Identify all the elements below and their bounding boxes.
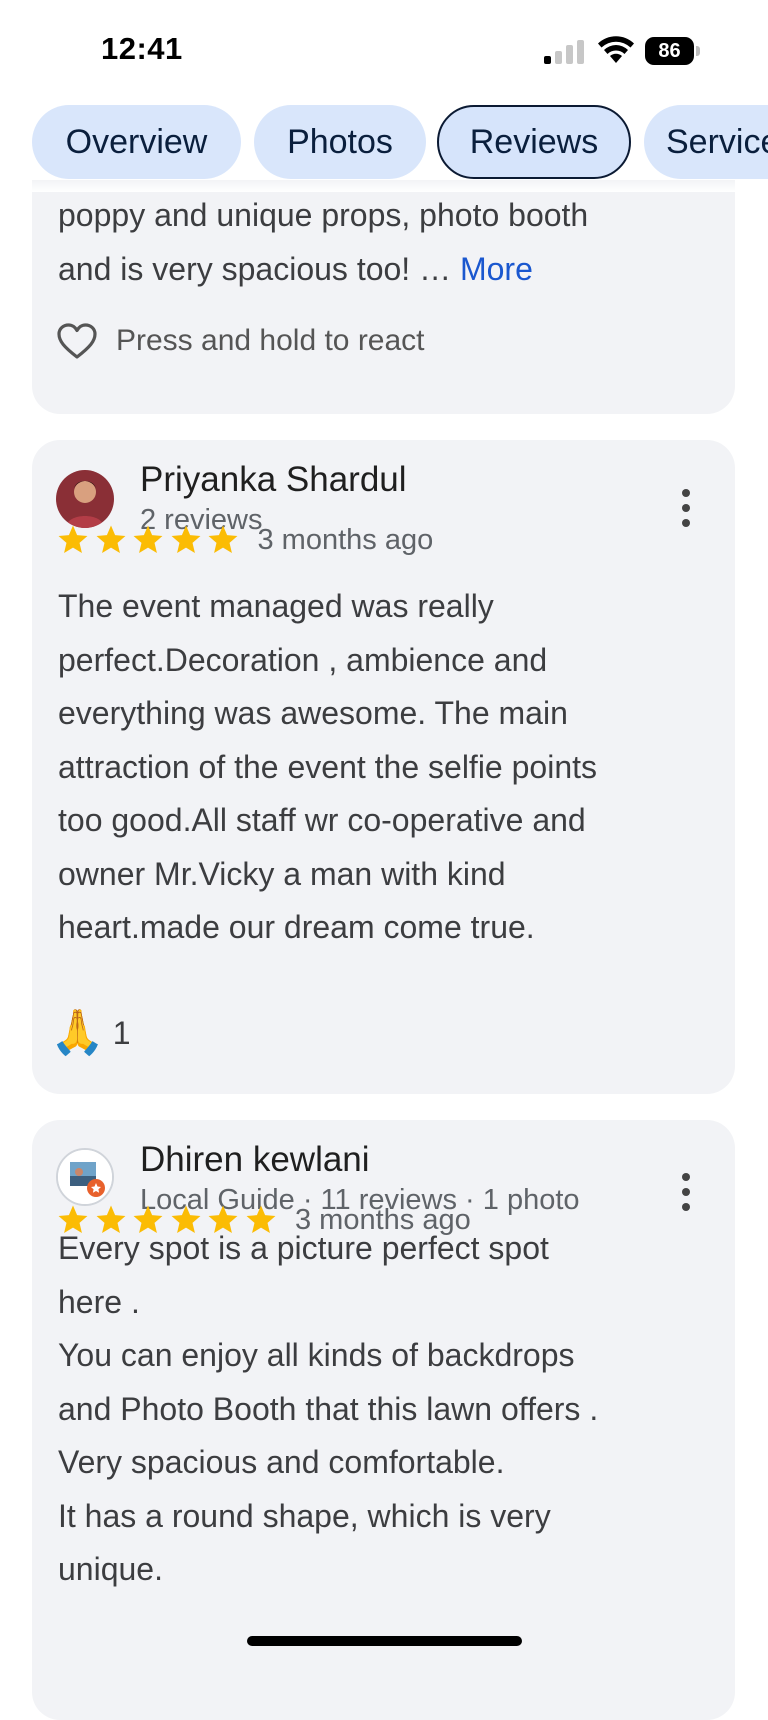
review-card: poppy and unique props, photo booth and … (32, 192, 735, 414)
reaction-emoji: 🙏 (50, 1008, 105, 1057)
battery-icon: 86 (645, 37, 701, 65)
wifi-icon (598, 36, 634, 63)
place-tabs: Overview Photos Reviews Services (0, 105, 768, 181)
tab-services[interactable]: Services (644, 105, 768, 179)
review-card: Dhiren kewlani Local Guide · 11 reviews … (32, 1120, 735, 1720)
battery-tip (696, 46, 700, 56)
status-time: 12:41 (101, 31, 183, 66)
avatar[interactable] (56, 1148, 114, 1206)
reviewer-photo (56, 470, 114, 528)
review-text: Every spot is a picture perfect spot her… (58, 1230, 599, 1587)
heart-icon (57, 323, 97, 359)
scroll-fade (32, 180, 735, 192)
more-link[interactable]: More (460, 251, 533, 287)
review-card: Priyanka Shardul 2 reviews 3 months ago … (32, 440, 735, 1094)
react-label: Press and hold to react (116, 324, 425, 357)
reviewer-name[interactable]: Dhiren kewlani (140, 1140, 370, 1180)
star-icon (171, 525, 200, 554)
star-icon (58, 525, 88, 554)
star-icon (208, 525, 238, 554)
tab-overview[interactable]: Overview (32, 105, 241, 179)
rating-row: 3 months ago (56, 523, 433, 557)
reviewer-name[interactable]: Priyanka Shardul (140, 460, 407, 500)
review-text: poppy and unique props, photo booth and … (58, 192, 588, 296)
avatar[interactable] (56, 470, 114, 528)
review-text: The event managed was really perfect.Dec… (58, 588, 597, 945)
status-bar: 12:41 86 (0, 0, 768, 100)
more-options-icon[interactable] (676, 488, 696, 528)
star-icon (96, 525, 125, 554)
star-icon (133, 525, 163, 554)
battery-level: 86 (645, 37, 694, 65)
more-options-icon[interactable] (676, 1172, 696, 1212)
tab-reviews[interactable]: Reviews (437, 105, 631, 179)
cellular-signal-icon (544, 40, 584, 64)
reaction-count: 1 (112, 1014, 131, 1051)
react-button[interactable]: Press and hold to react (56, 322, 425, 360)
home-indicator[interactable] (247, 1636, 522, 1646)
tab-photos[interactable]: Photos (254, 105, 426, 179)
review-date: 3 months ago (257, 523, 434, 556)
reviewer-photo (58, 1150, 112, 1204)
reaction-summary[interactable]: 🙏 1 (50, 1008, 131, 1058)
